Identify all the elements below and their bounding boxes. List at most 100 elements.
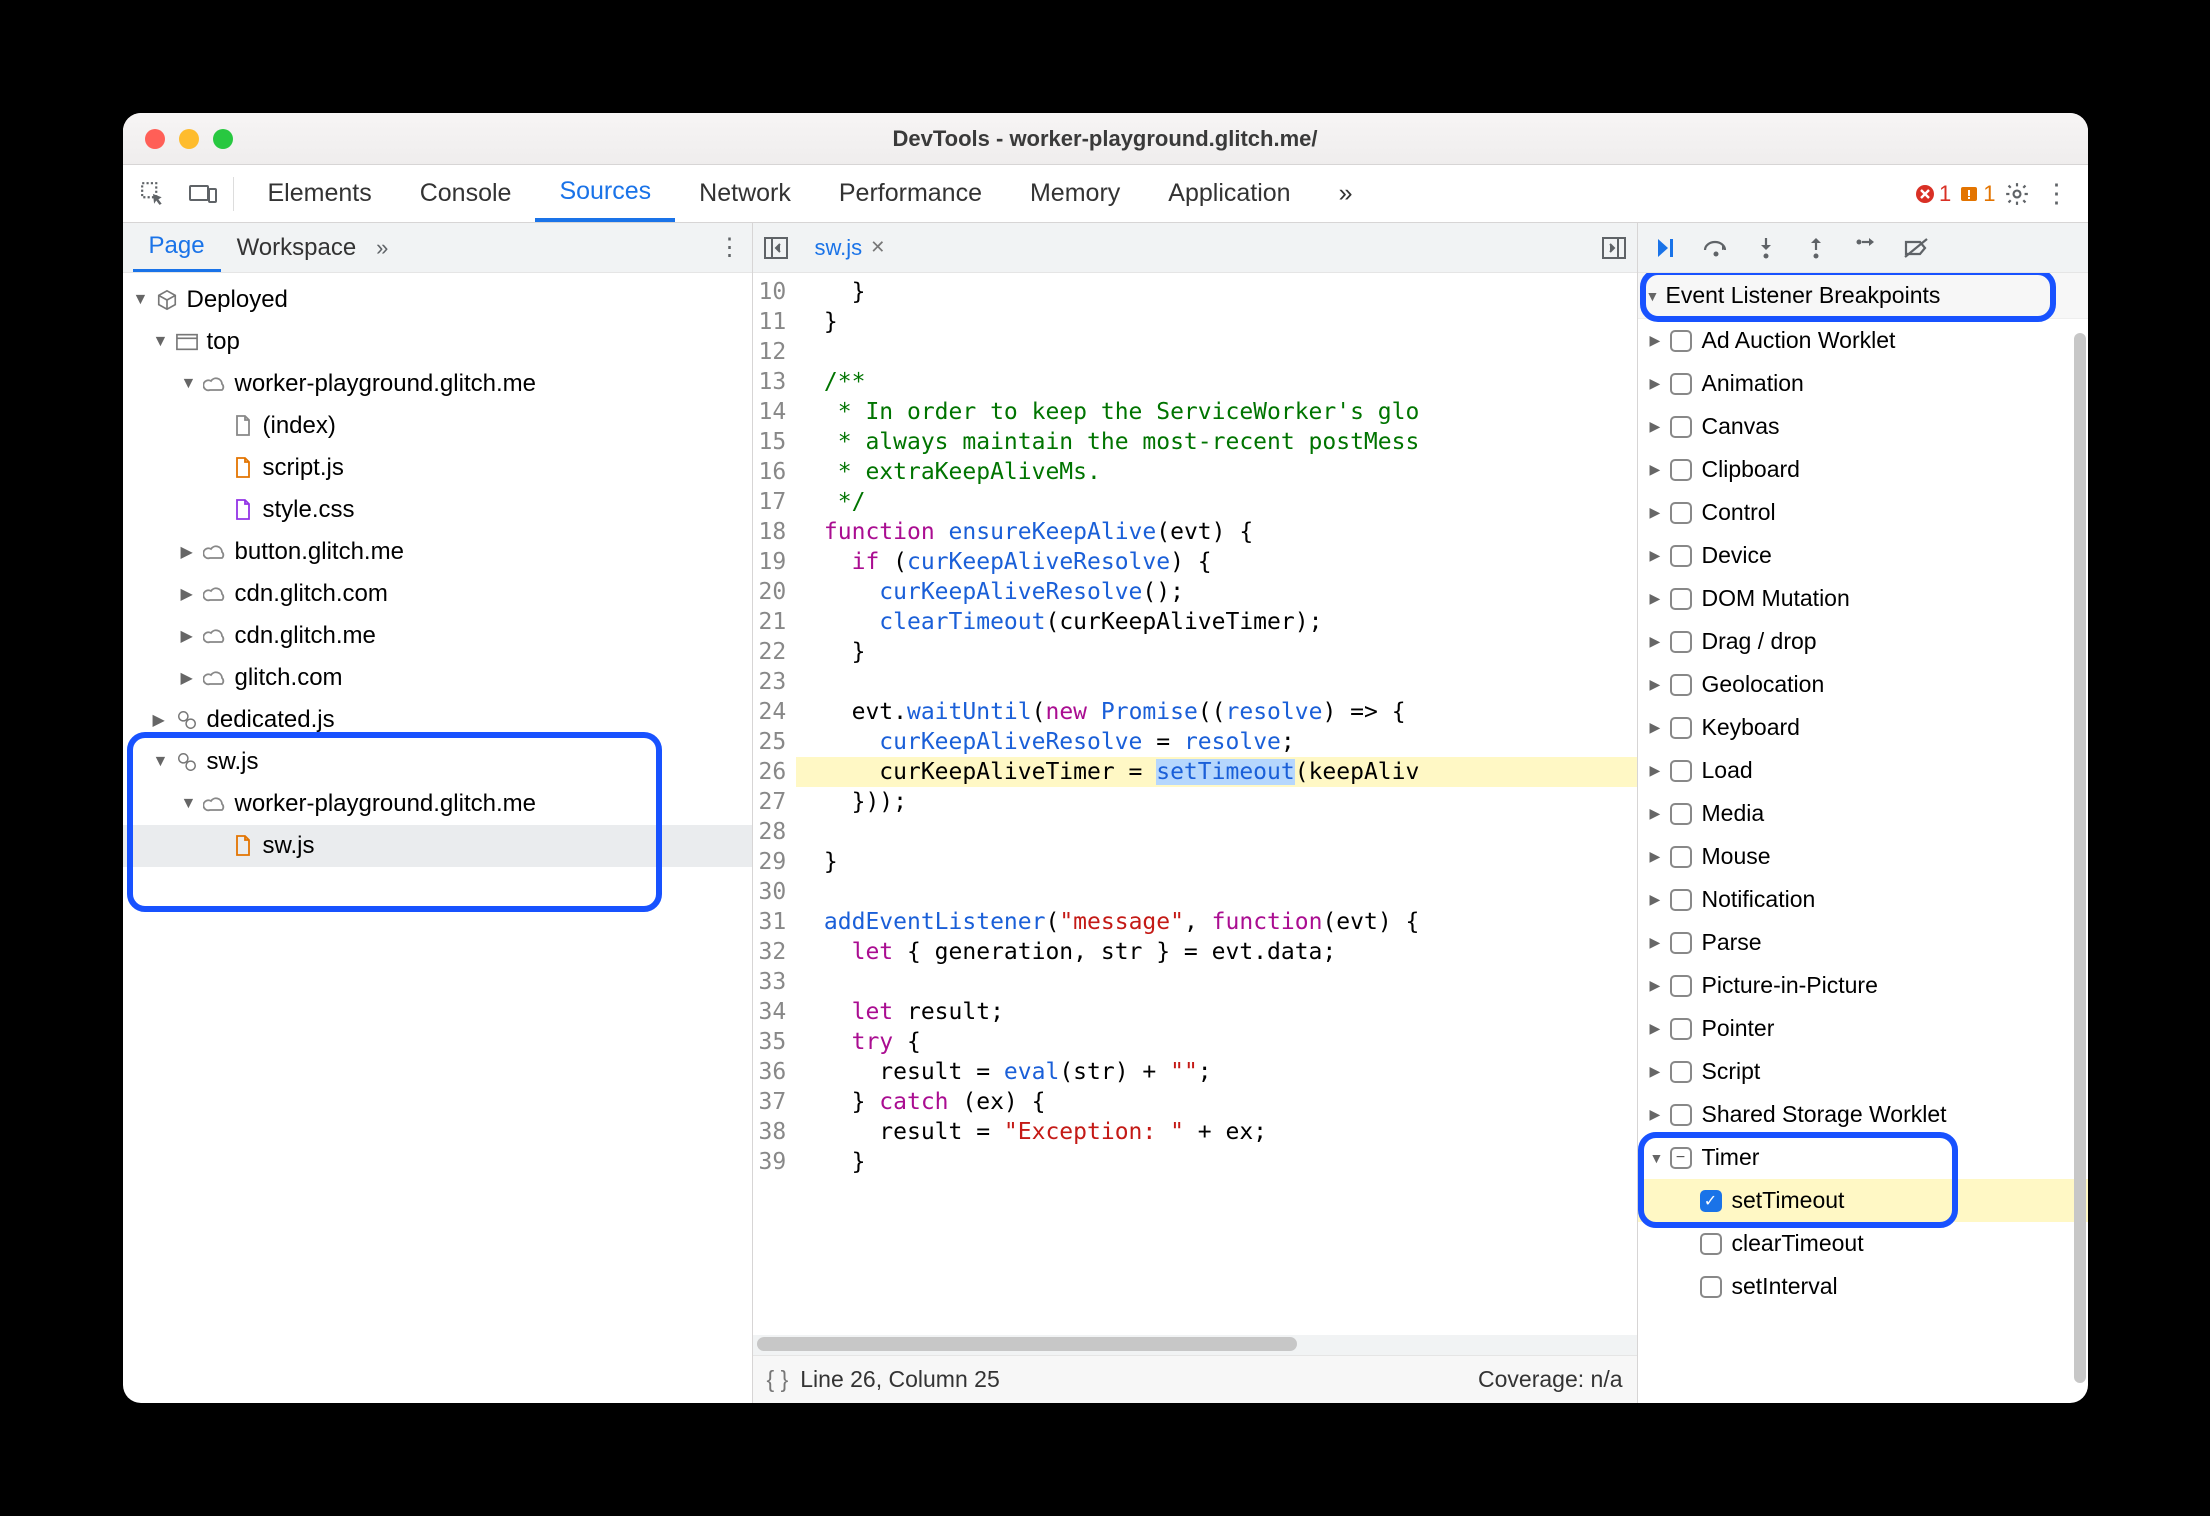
tree-origin-1[interactable]: ▼worker-playground.glitch.me xyxy=(123,363,752,405)
toggle-debugger-icon[interactable] xyxy=(1597,231,1631,265)
checkbox-icon[interactable] xyxy=(1670,717,1692,739)
vertical-scrollbar[interactable] xyxy=(2074,333,2086,1383)
tree-cdn-com[interactable]: ▶cdn.glitch.com xyxy=(123,573,752,615)
bp-category[interactable]: ▶Mouse xyxy=(1638,835,2088,878)
tab-performance[interactable]: Performance xyxy=(815,165,1006,222)
navigator-more-icon[interactable]: ⋮ xyxy=(718,233,742,262)
tree-glitch-com[interactable]: ▶glitch.com xyxy=(123,657,752,699)
bp-category[interactable]: ▶Load xyxy=(1638,749,2088,792)
step-icon[interactable] xyxy=(1852,234,1880,262)
tree-script-js[interactable]: script.js xyxy=(123,447,752,489)
bp-category[interactable]: ▶Drag / drop xyxy=(1638,620,2088,663)
resume-icon[interactable] xyxy=(1652,234,1680,262)
tree-sw-origin[interactable]: ▼worker-playground.glitch.me xyxy=(123,783,752,825)
bp-category-timer[interactable]: ▼−Timer xyxy=(1638,1136,2088,1179)
checkbox-icon[interactable] xyxy=(1670,889,1692,911)
checkbox-icon[interactable] xyxy=(1670,459,1692,481)
bp-category[interactable]: ▶Shared Storage Worklet xyxy=(1638,1093,2088,1136)
checkbox-icon[interactable] xyxy=(1670,760,1692,782)
checkbox-icon[interactable] xyxy=(1670,1104,1692,1126)
tabs-overflow-icon[interactable]: » xyxy=(1315,165,1377,222)
checkbox-icon[interactable] xyxy=(1670,1018,1692,1040)
tab-application[interactable]: Application xyxy=(1144,165,1314,222)
bp-category[interactable]: ▶Animation xyxy=(1638,362,2088,405)
checkbox-icon[interactable] xyxy=(1670,674,1692,696)
pretty-print-icon[interactable]: { } xyxy=(767,1366,789,1393)
scrollbar-thumb[interactable] xyxy=(757,1337,1297,1351)
bp-category-label: Media xyxy=(1702,800,1765,827)
tab-elements[interactable]: Elements xyxy=(244,165,396,222)
tree-deployed[interactable]: ▼Deployed xyxy=(123,279,752,321)
code-editor[interactable]: 1011121314151617181920212223242526272829… xyxy=(753,273,1637,1335)
checkbox-icon[interactable] xyxy=(1670,1061,1692,1083)
tab-sources[interactable]: Sources xyxy=(535,165,675,222)
error-count[interactable]: 1 xyxy=(1915,181,1951,207)
editor-status-bar: { } Line 26, Column 25 Coverage: n/a xyxy=(753,1355,1637,1403)
inspect-element-icon[interactable] xyxy=(133,174,173,214)
more-icon[interactable]: ⋮ xyxy=(2038,178,2076,209)
step-over-icon[interactable] xyxy=(1702,234,1730,262)
bp-category[interactable]: ▶Canvas xyxy=(1638,405,2088,448)
step-out-icon[interactable] xyxy=(1802,234,1830,262)
tab-memory[interactable]: Memory xyxy=(1006,165,1144,222)
checkbox-icon[interactable] xyxy=(1700,1233,1722,1255)
settings-icon[interactable] xyxy=(2004,181,2030,207)
checkbox-icon[interactable] xyxy=(1670,373,1692,395)
checkbox-icon[interactable] xyxy=(1700,1276,1722,1298)
checkbox-icon[interactable] xyxy=(1670,588,1692,610)
bp-category[interactable]: ▶Pointer xyxy=(1638,1007,2088,1050)
checkbox-icon[interactable] xyxy=(1670,416,1692,438)
bp-category[interactable]: ▶Script xyxy=(1638,1050,2088,1093)
checkbox-icon[interactable] xyxy=(1670,975,1692,997)
bp-item[interactable]: setInterval xyxy=(1638,1265,2088,1308)
main-toolbar: Elements Console Sources Network Perform… xyxy=(123,165,2088,223)
tree-index[interactable]: (index) xyxy=(123,405,752,447)
open-file-tab[interactable]: sw.js ✕ xyxy=(807,231,894,265)
horizontal-scrollbar[interactable] xyxy=(753,1335,1637,1355)
checkbox-mixed-icon[interactable]: − xyxy=(1670,1147,1692,1169)
bp-category[interactable]: ▶Geolocation xyxy=(1638,663,2088,706)
close-tab-icon[interactable]: ✕ xyxy=(870,237,885,258)
bp-category[interactable]: ▶Media xyxy=(1638,792,2088,835)
tree-cdn-me[interactable]: ▶cdn.glitch.me xyxy=(123,615,752,657)
tab-network[interactable]: Network xyxy=(675,165,815,222)
bp-category[interactable]: ▶Ad Auction Worklet xyxy=(1638,319,2088,362)
tree-button-glitch[interactable]: ▶button.glitch.me xyxy=(123,531,752,573)
tree-sw-js[interactable]: sw.js xyxy=(123,825,752,867)
bp-category[interactable]: ▶Notification xyxy=(1638,878,2088,921)
event-listener-breakpoints-header[interactable]: ▼ Event Listener Breakpoints xyxy=(1638,273,2088,319)
bp-item[interactable]: ✓setTimeout xyxy=(1638,1179,2088,1222)
checkbox-icon[interactable] xyxy=(1670,502,1692,524)
checkbox-icon[interactable] xyxy=(1670,330,1692,352)
line-gutter: 1011121314151617181920212223242526272829… xyxy=(753,273,797,1335)
checkbox-checked-icon[interactable]: ✓ xyxy=(1700,1190,1722,1212)
tree-top[interactable]: ▼top xyxy=(123,321,752,363)
subtab-page[interactable]: Page xyxy=(133,223,221,272)
step-into-icon[interactable] xyxy=(1752,234,1780,262)
subtabs-overflow-icon[interactable]: » xyxy=(372,235,392,261)
tree-sw-group[interactable]: ▼sw.js xyxy=(123,741,752,783)
bp-item-label: clearTimeout xyxy=(1732,1230,1864,1257)
tree-style-css[interactable]: style.css xyxy=(123,489,752,531)
checkbox-icon[interactable] xyxy=(1670,803,1692,825)
checkbox-icon[interactable] xyxy=(1670,846,1692,868)
warning-count[interactable]: 1 xyxy=(1959,181,1995,207)
bp-category[interactable]: ▶Control xyxy=(1638,491,2088,534)
bp-category[interactable]: ▶Keyboard xyxy=(1638,706,2088,749)
bp-category[interactable]: ▶DOM Mutation xyxy=(1638,577,2088,620)
bp-category[interactable]: ▶Device xyxy=(1638,534,2088,577)
bp-category[interactable]: ▶Clipboard xyxy=(1638,448,2088,491)
toggle-navigator-icon[interactable] xyxy=(759,231,793,265)
code-area[interactable]: } } /** * In order to keep the ServiceWo… xyxy=(796,273,1636,1335)
checkbox-icon[interactable] xyxy=(1670,932,1692,954)
bp-item[interactable]: clearTimeout xyxy=(1638,1222,2088,1265)
checkbox-icon[interactable] xyxy=(1670,631,1692,653)
tab-console[interactable]: Console xyxy=(396,165,536,222)
checkbox-icon[interactable] xyxy=(1670,545,1692,567)
device-toolbar-icon[interactable] xyxy=(183,174,223,214)
subtab-workspace[interactable]: Workspace xyxy=(221,223,373,272)
deactivate-breakpoints-icon[interactable] xyxy=(1902,234,1930,262)
bp-category[interactable]: ▶Parse xyxy=(1638,921,2088,964)
bp-category[interactable]: ▶Picture-in-Picture xyxy=(1638,964,2088,1007)
tree-dedicated-js[interactable]: ▶dedicated.js xyxy=(123,699,752,741)
